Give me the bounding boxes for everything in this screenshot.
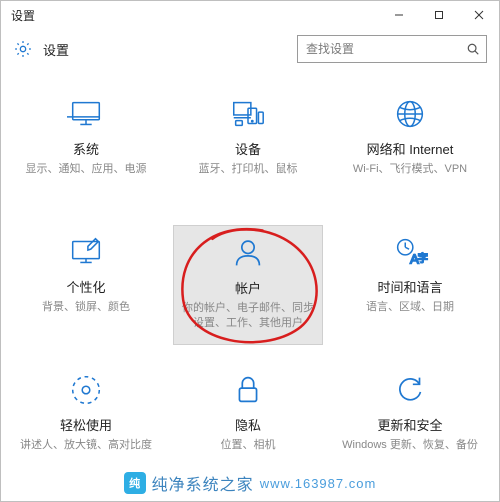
tile-desc: 显示、通知、应用、电源 [26,162,147,177]
tile-desc: 讲述人、放大镜、高对比度 [20,438,152,453]
tile-title: 时间和语言 [377,277,442,296]
svg-text:字: 字 [418,252,428,265]
tile-time-language[interactable]: A字时间和语言语言、区域、日期 [335,225,485,345]
settings-grid: 系统显示、通知、应用、电源设备蓝牙、打印机、鼠标网络和 InternetWi-F… [1,69,499,483]
tile-network[interactable]: 网络和 Internet Wi-Fi、飞行模式、VPN [335,87,485,207]
tile-accounts[interactable]: 帐户你的帐户、电子邮件、同步设置、工作、其他用户 [173,225,323,345]
update-icon [391,371,429,409]
tile-desc: 语言、区域、日期 [366,300,454,315]
tile-desc: 蓝牙、打印机、鼠标 [199,162,298,177]
tile-privacy[interactable]: 隐私位置、相机 [173,363,323,483]
tile-title: 系统 [73,139,99,158]
tile-desc: 你的帐户、电子邮件、同步设置、工作、其他用户 [180,301,316,332]
ease-icon [67,371,105,409]
tile-devices[interactable]: 设备蓝牙、打印机、鼠标 [173,87,323,207]
watermark-url: www.163987.com [260,476,377,491]
maximize-button[interactable] [419,1,459,29]
tile-desc: Wi-Fi、飞行模式、VPN [353,162,467,177]
minimize-button[interactable] [379,1,419,29]
titlebar: 设置 [1,1,499,29]
minimize-icon [394,10,404,20]
watermark-logo: 纯 [124,472,146,494]
close-button[interactable] [459,1,499,29]
search-icon [466,42,480,56]
account-icon [229,234,267,272]
search-box[interactable] [297,35,487,63]
gear-icon [13,39,33,59]
search-input[interactable] [298,36,486,62]
watermark-site: 纯净系统之家 [152,471,254,495]
tile-ease-of-access[interactable]: 轻松使用讲述人、放大镜、高对比度 [11,363,161,483]
tile-title: 帐户 [235,278,261,297]
tile-update[interactable]: 更新和安全 Windows 更新、恢复、备份 [335,363,485,483]
tile-desc: 位置、相机 [221,438,276,453]
tile-title: 设备 [235,139,261,158]
tile-system[interactable]: 系统显示、通知、应用、电源 [11,87,161,207]
settings-window: 设置 设置 系统显示、通知、应用、电源设备蓝牙、打印机、鼠标网络和 Intern… [0,0,500,502]
personal-icon [67,233,105,271]
tile-personalize[interactable]: 个性化背景、锁屏、颜色 [11,225,161,345]
close-icon [474,10,484,20]
devices-icon [229,95,267,133]
tile-title: 轻松使用 [60,415,112,434]
timelang-icon: A字 [391,233,429,271]
tile-title: 隐私 [235,415,261,434]
watermark: 纯 纯净系统之家 www.163987.com [1,471,499,495]
tile-title: 更新和安全 [377,415,442,434]
monitor-icon [67,95,105,133]
tile-title: 网络和 Internet [367,139,454,158]
privacy-icon [229,371,267,409]
tile-desc: 背景、锁屏、颜色 [42,300,130,315]
tile-desc: Windows 更新、恢复、备份 [342,438,478,453]
app-caption: 设置 [11,7,35,24]
window-controls [379,1,499,29]
network-icon [391,95,429,133]
maximize-icon [434,10,444,20]
page-title: 设置 [43,40,297,59]
header: 设置 [1,29,499,69]
tile-title: 个性化 [66,277,105,296]
